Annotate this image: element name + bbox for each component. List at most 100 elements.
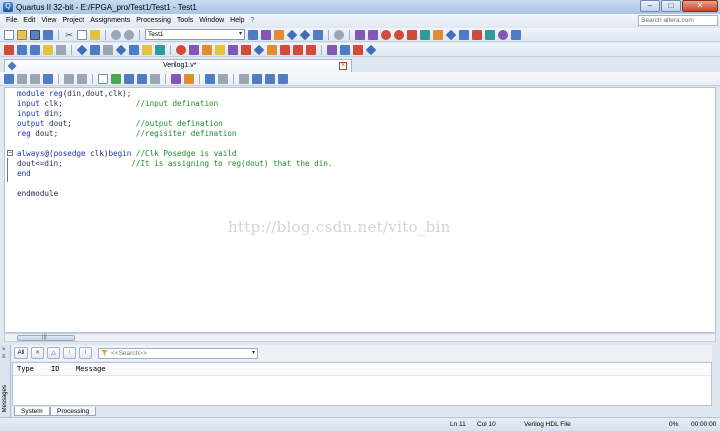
programmer-icon[interactable] bbox=[445, 29, 457, 40]
chevron-down-icon[interactable]: ▾ bbox=[252, 349, 255, 358]
word-wrap-icon[interactable] bbox=[218, 73, 228, 84]
simulation-icon[interactable] bbox=[189, 44, 199, 55]
tab-verilog1[interactable]: Verilog1.v* × bbox=[4, 59, 352, 72]
filter-error-button[interactable]: ✕ bbox=[31, 347, 44, 359]
goto-icon[interactable] bbox=[43, 73, 53, 84]
compilation-report-icon[interactable] bbox=[407, 29, 417, 40]
start-compilation-icon[interactable] bbox=[355, 29, 365, 40]
device-icon[interactable] bbox=[76, 44, 88, 55]
whitespace-icon[interactable] bbox=[278, 73, 288, 84]
help-topics-icon[interactable]: ? bbox=[248, 17, 258, 24]
filter-critical-button[interactable]: △ bbox=[47, 347, 60, 359]
insert-template-icon[interactable] bbox=[98, 73, 108, 84]
edit-node-icon[interactable] bbox=[30, 44, 40, 55]
timing-analyzer-icon[interactable] bbox=[381, 29, 391, 40]
menu-window[interactable]: Window bbox=[196, 17, 227, 24]
save-icon[interactable] bbox=[30, 29, 40, 40]
rtl-viewer-icon[interactable] bbox=[433, 29, 443, 40]
paste-icon[interactable] bbox=[90, 29, 100, 40]
menu-edit[interactable]: Edit bbox=[20, 17, 38, 24]
menu-project[interactable]: Project bbox=[59, 17, 87, 24]
clear-bookmarks-icon[interactable] bbox=[150, 73, 160, 84]
megawizard-icon[interactable] bbox=[472, 29, 482, 40]
report-icon[interactable] bbox=[155, 44, 165, 55]
timequest-icon[interactable] bbox=[394, 29, 404, 40]
logic-lock-icon[interactable] bbox=[241, 44, 251, 55]
pin-icon[interactable] bbox=[115, 44, 127, 55]
save-all-icon[interactable] bbox=[43, 29, 53, 40]
close-node-icon[interactable] bbox=[4, 44, 14, 55]
whats-this-icon[interactable] bbox=[511, 29, 521, 40]
analysis-synthesis-icon[interactable] bbox=[368, 29, 378, 40]
eda-icon[interactable] bbox=[340, 44, 350, 55]
chip-icon[interactable] bbox=[485, 29, 495, 40]
filter-info-button[interactable]: i bbox=[79, 347, 92, 359]
edit-icon[interactable] bbox=[142, 44, 152, 55]
cut-icon[interactable]: ✂ bbox=[64, 30, 74, 40]
assignment-editor-icon[interactable] bbox=[274, 29, 284, 40]
tab-processing[interactable]: Processing bbox=[50, 407, 97, 416]
fold-toggle-icon[interactable]: − bbox=[7, 150, 13, 156]
assembler-icon[interactable] bbox=[327, 44, 337, 55]
chip-planner-icon[interactable] bbox=[299, 29, 311, 40]
pin-planner-icon[interactable] bbox=[286, 29, 298, 40]
code-editor[interactable]: module reg(din,dout,clk); input clk; //in… bbox=[4, 87, 716, 333]
view-icon[interactable] bbox=[4, 73, 14, 84]
placement-icon[interactable] bbox=[293, 44, 303, 55]
line-numbers-icon[interactable] bbox=[265, 73, 275, 84]
close-tab-icon[interactable]: × bbox=[339, 62, 347, 70]
open-file-icon[interactable] bbox=[17, 29, 27, 40]
message-search-input[interactable]: <<Search>> ▾ bbox=[98, 347, 258, 359]
waveform-icon[interactable] bbox=[202, 44, 212, 55]
undo-icon[interactable] bbox=[111, 29, 121, 40]
block-icon[interactable] bbox=[205, 73, 215, 84]
horizontal-scrollbar[interactable]: ||| bbox=[4, 333, 716, 342]
power-icon[interactable] bbox=[176, 44, 186, 55]
project-navigator-icon[interactable] bbox=[248, 29, 258, 40]
memory-icon[interactable] bbox=[103, 44, 113, 55]
find-icon[interactable] bbox=[17, 73, 27, 84]
settings-icon[interactable] bbox=[261, 29, 271, 40]
goto-line-icon[interactable] bbox=[252, 73, 262, 84]
help-icon[interactable] bbox=[498, 29, 508, 40]
menu-processing[interactable]: Processing bbox=[133, 17, 174, 24]
minimize-button[interactable]: – bbox=[640, 0, 660, 12]
stop-icon[interactable] bbox=[334, 29, 344, 40]
transfer-icon[interactable] bbox=[253, 44, 265, 55]
menu-assignments[interactable]: Assignments bbox=[87, 17, 133, 24]
timing-closure-icon[interactable] bbox=[365, 44, 377, 55]
search-altera-input[interactable]: Search altera.com bbox=[638, 15, 718, 26]
arrow-right-icon[interactable] bbox=[239, 73, 249, 84]
filter-all-button[interactable]: All bbox=[14, 347, 28, 359]
next-bookmark-icon[interactable] bbox=[124, 73, 134, 84]
select-mode-icon[interactable] bbox=[56, 44, 66, 55]
menu-file[interactable]: File bbox=[3, 17, 20, 24]
column-type[interactable]: Type bbox=[17, 365, 34, 373]
menu-view[interactable]: View bbox=[38, 17, 59, 24]
panel-controls-icon[interactable]: × ≡ bbox=[2, 347, 10, 361]
routing-icon[interactable] bbox=[280, 44, 290, 55]
project-entity-select[interactable]: Test1 ▾ bbox=[145, 29, 245, 40]
scrollbar-thumb[interactable]: ||| bbox=[17, 334, 75, 341]
node-finder-icon[interactable] bbox=[17, 44, 27, 55]
light-bulb-icon[interactable] bbox=[215, 44, 225, 55]
design-space-icon[interactable] bbox=[306, 44, 316, 55]
redo-icon[interactable] bbox=[124, 29, 134, 40]
uncomment-icon[interactable] bbox=[184, 73, 194, 84]
design-partition-icon[interactable] bbox=[313, 29, 323, 40]
comment-icon[interactable] bbox=[171, 73, 181, 84]
tab-system[interactable]: System bbox=[14, 407, 50, 416]
menu-tools[interactable]: Tools bbox=[174, 17, 196, 24]
maximize-button[interactable]: □ bbox=[661, 0, 681, 12]
menu-help[interactable]: Help bbox=[227, 17, 247, 24]
find-next-icon[interactable] bbox=[30, 73, 40, 84]
signaltap-icon[interactable] bbox=[459, 29, 469, 40]
prev-bookmark-icon[interactable] bbox=[137, 73, 147, 84]
column-message[interactable]: Message bbox=[76, 365, 106, 373]
floorplan-icon[interactable] bbox=[90, 44, 100, 55]
copy-icon[interactable] bbox=[77, 29, 87, 40]
fitter-icon[interactable] bbox=[353, 44, 363, 55]
close-button[interactable]: ✕ bbox=[682, 0, 718, 12]
partition-icon[interactable] bbox=[129, 44, 139, 55]
signalprobe-icon[interactable] bbox=[228, 44, 238, 55]
